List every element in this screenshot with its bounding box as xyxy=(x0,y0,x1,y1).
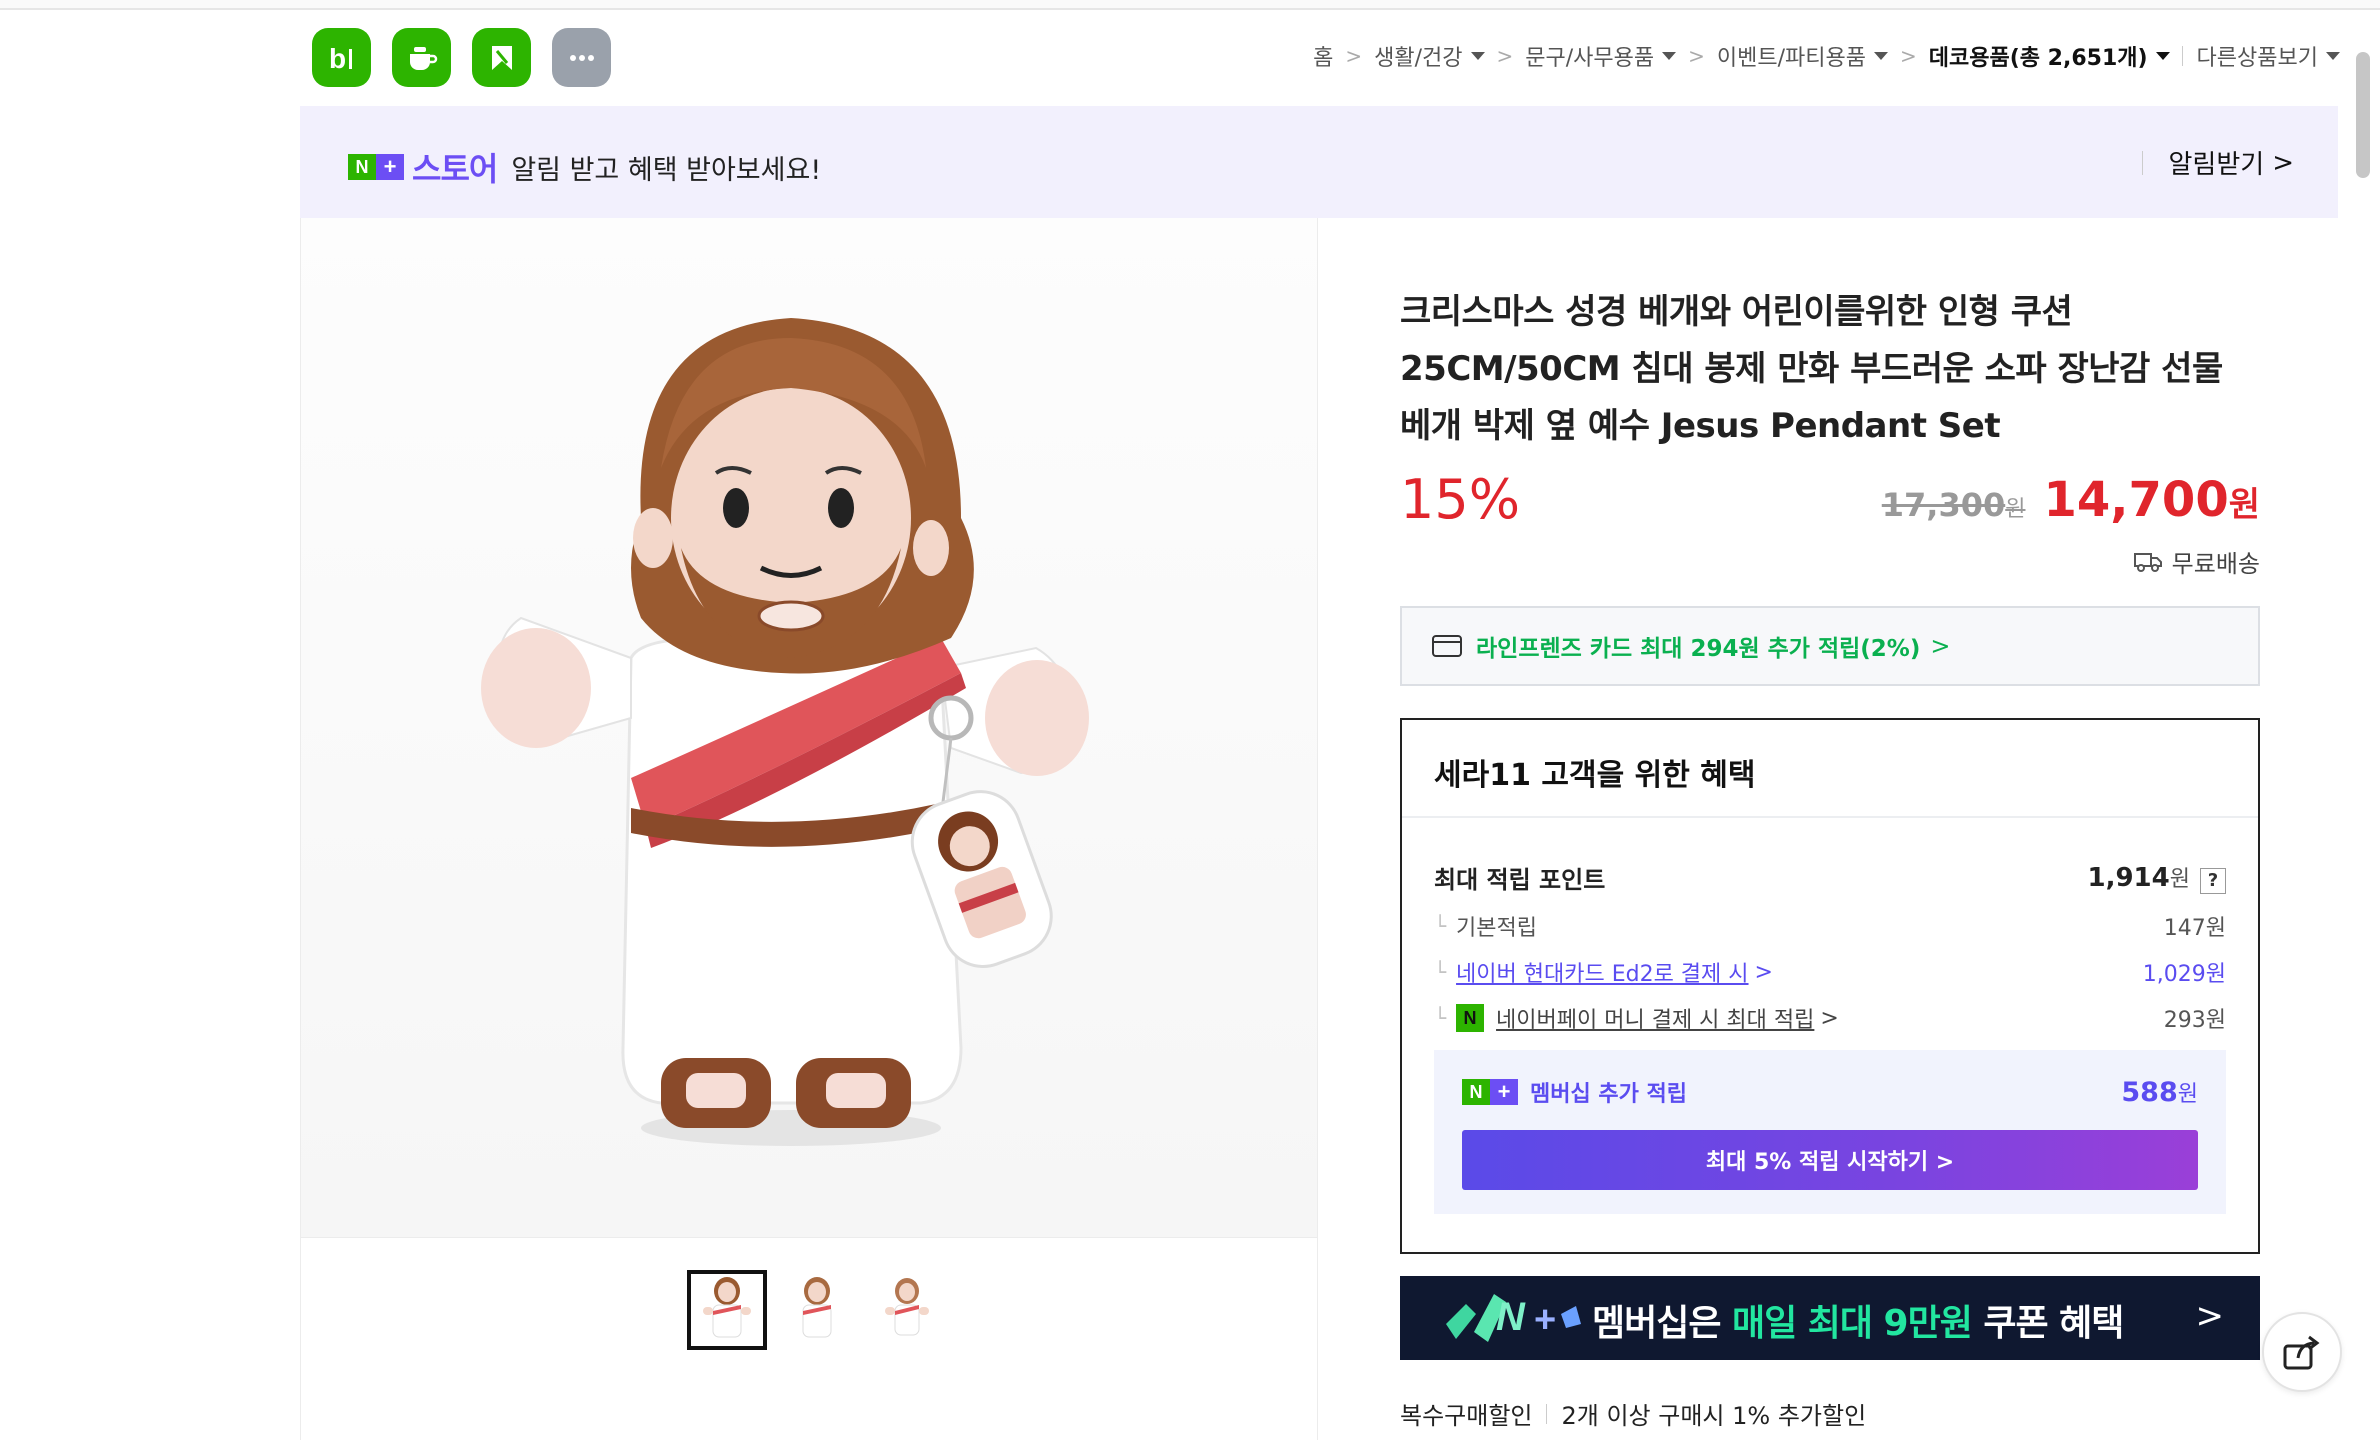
thumbnail-2[interactable] xyxy=(777,1270,857,1350)
npay-money-link[interactable]: 네이버페이 머니 결제 시 최대 적립 xyxy=(1496,1002,1814,1034)
membership-label: 멤버십 추가 적립 xyxy=(1530,1082,1687,1107)
help-icon[interactable]: ? xyxy=(2200,867,2226,894)
caret-down-icon xyxy=(1873,52,1888,60)
caret-down-icon xyxy=(1662,52,1677,60)
product-title: 크리스마스 성경 베개와 어린이를위한 인형 쿠션 25CM/50CM 침대 봉… xyxy=(1400,292,2223,446)
breadcrumb-separator: > xyxy=(1496,44,1514,68)
discount-rate: 15% xyxy=(1400,468,1521,531)
divider xyxy=(2181,46,2183,66)
thumbnail-strip xyxy=(687,1270,947,1350)
card-offer-banner[interactable]: 라인프렌즈 카드 최대 294원 추가 적립(2%) > xyxy=(1400,606,2260,686)
credit-card-icon xyxy=(1432,635,1462,657)
multi-buy-text: 2개 이상 구매시 1% 추가할인 xyxy=(1561,1402,1867,1430)
breadcrumb: 홈 > 생활/건강 > 문구/사무용품 > 이벤트/파티용품 > 데코용품(총 … xyxy=(1313,40,2340,72)
breadcrumb-category-4[interactable]: 데코용품(총 2,651개) xyxy=(1929,40,2170,72)
nplus-logo-icon: N + xyxy=(1462,1079,1518,1105)
membership-coupon-banner[interactable]: N + 멤버십은 매일 최대 9만원 쿠폰 혜택 > xyxy=(1400,1276,2260,1360)
share-icon xyxy=(2283,1335,2320,1370)
npay-money-row: └ N 네이버페이 머니 결제 시 최대 적립 > 293원 xyxy=(1434,1002,2226,1034)
blog-icon[interactable]: b xyxy=(312,28,371,87)
tree-branch-icon: └ xyxy=(1434,1006,1447,1030)
divider xyxy=(2141,150,2143,175)
breadcrumb-separator: > xyxy=(1345,44,1363,68)
divider xyxy=(1546,1403,1548,1424)
caret-down-icon xyxy=(1470,52,1485,60)
breadcrumb-separator: > xyxy=(1688,44,1705,68)
chevron-right-icon: > xyxy=(1930,632,1951,660)
original-price: 17,300 xyxy=(1881,486,2006,524)
hyundai-card-row: └ 네이버 현대카드 Ed2로 결제 시 > 1,029원 xyxy=(1434,956,2226,988)
truck-icon xyxy=(2133,552,2162,572)
notify-button[interactable]: 알림받기 > xyxy=(2141,144,2294,181)
multi-buy-label: 복수구매할인 xyxy=(1400,1402,1533,1430)
breadcrumb-category-1[interactable]: 생활/건강 xyxy=(1374,40,1485,72)
svg-text:N: N xyxy=(1496,1295,1526,1339)
thumbnail-1[interactable] xyxy=(687,1270,767,1350)
product-main-image[interactable] xyxy=(301,218,1317,1238)
product-image-panel xyxy=(300,218,1318,1440)
naverpay-icon: N xyxy=(1456,1004,1485,1032)
chevron-right-icon: > xyxy=(1754,959,1773,985)
svg-text:b: b xyxy=(329,43,346,74)
max-points-label: 최대 적립 포인트 xyxy=(1434,866,1606,894)
chevron-right-icon: > xyxy=(2195,1296,2225,1336)
basic-points-label: 기본적립 xyxy=(1456,916,1538,941)
max-points-row: 최대 적립 포인트 1,914원? xyxy=(1434,860,2226,895)
tree-branch-icon: └ xyxy=(1434,960,1447,984)
other-products-button[interactable]: 다른상품보기 xyxy=(2197,40,2340,72)
store-header: b 홈 > 생활/건강 > 문구/사무용품 > 이벤트/파티용품 > 데코용품(… xyxy=(300,12,2340,106)
npay-money-value: 293원 xyxy=(2163,1008,2226,1033)
breadcrumb-category-3[interactable]: 이벤트/파티용품 xyxy=(1717,40,1888,72)
price: 17,300 원 14,700 원 xyxy=(1882,472,2260,528)
hyundai-card-value: 1,029원 xyxy=(2142,962,2226,987)
hyundai-card-link[interactable]: 네이버 현대카드 Ed2로 결제 시 xyxy=(1456,956,1748,988)
membership-amount: 588원 xyxy=(2121,1077,2198,1108)
cafe-icon[interactable] xyxy=(392,28,451,87)
nplus-logo-icon: N + xyxy=(348,154,404,180)
shipping-info: 무료배송 xyxy=(2133,544,2260,579)
nplus-3d-logo-icon: N + xyxy=(1446,1294,1581,1342)
svg-text:+: + xyxy=(1534,1299,1556,1341)
max-points-value: 1,914원? xyxy=(2088,861,2226,894)
basic-points-row: └ 기본적립 147원 xyxy=(1434,910,2226,942)
membership-header: N + 멤버십 추가 적립 xyxy=(1462,1076,1687,1108)
chevron-right-icon: > xyxy=(1820,1005,1839,1031)
customer-benefit-box: 세라11 고객을 위한 혜택 최대 적립 포인트 1,914원? └ 기본적립 1… xyxy=(1400,718,2260,1254)
breadcrumb-home[interactable]: 홈 xyxy=(1313,40,1333,72)
store-brand: 스토어 xyxy=(412,150,498,188)
multi-buy-discount: 복수구매할인 2개 이상 구매시 1% 추가할인 xyxy=(1400,1396,1866,1431)
thumbnail-3[interactable] xyxy=(867,1270,947,1350)
basic-points-value: 147원 xyxy=(2163,916,2226,941)
promo-left: N + 스토어 알림 받고 혜택 받아보세요! xyxy=(348,144,821,190)
caret-down-icon xyxy=(2155,52,2170,60)
original-price-unit: 원 xyxy=(2005,497,2026,522)
breadcrumb-category-2[interactable]: 문구/사무용품 xyxy=(1525,40,1677,72)
caret-down-icon xyxy=(2326,52,2340,60)
tree-branch-icon: └ xyxy=(1434,914,1447,938)
sale-price: 14,700 xyxy=(2043,472,2229,528)
notification-promo-banner: N + 스토어 알림 받고 혜택 받아보세요! 알림받기 > xyxy=(300,106,2338,218)
card-offer-text: 라인프렌즈 카드 최대 294원 추가 적립(2%) xyxy=(1476,636,1921,662)
divider xyxy=(1402,816,2258,818)
page-scrollbar[interactable] xyxy=(2356,52,2370,178)
browser-top-edge xyxy=(0,0,2380,10)
sale-price-unit: 원 xyxy=(2228,485,2260,525)
benefit-title: 세라11 고객을 위한 혜택 xyxy=(1434,758,1756,793)
jesus-plush-image xyxy=(481,318,1089,1146)
membership-box: N + 멤버십 추가 적립 588원 최대 5% 적립 시작하기 > xyxy=(1434,1050,2226,1214)
share-button[interactable] xyxy=(2262,1312,2342,1392)
chevron-right-icon: > xyxy=(2272,147,2294,178)
promo-message: 알림 받고 혜택 받아보세요! xyxy=(511,154,822,186)
app-shortcuts: b xyxy=(312,28,611,87)
more-icon[interactable] xyxy=(552,28,611,87)
notify-label: 알림받기 xyxy=(2168,150,2265,180)
membership-start-button[interactable]: 최대 5% 적립 시작하기 > xyxy=(1462,1130,2198,1190)
membership-banner-text: 멤버십은 매일 최대 9만원 쿠폰 혜택 xyxy=(1592,1303,2124,1344)
breadcrumb-separator: > xyxy=(1899,44,1917,68)
pay-icon[interactable] xyxy=(472,28,531,87)
